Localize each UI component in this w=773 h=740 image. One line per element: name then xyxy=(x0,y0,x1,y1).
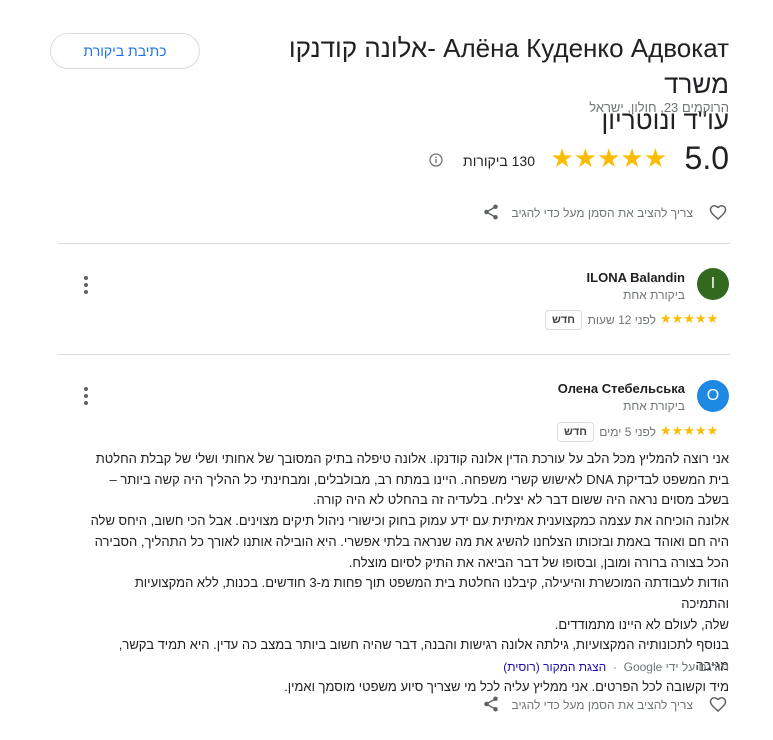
review-stars: ★ ★ ★ ★ ★ xyxy=(660,424,718,438)
star-icon: ★ xyxy=(706,311,719,326)
review-text-line: היה חם ואוהד באמת ובזכותו הצלחנו להשיג א… xyxy=(94,533,729,549)
star-icon: ★ xyxy=(550,143,574,173)
review-count: 130 ביקורות xyxy=(463,153,535,169)
title-line-1: Алёна Куденко Адвокат -אלונה קודנקו משרד xyxy=(288,33,729,99)
star-icon: ★ xyxy=(694,311,707,326)
reviewer-meta: ביקורת אחת xyxy=(623,399,685,413)
react-hint: צריך להציב את הסמן מעל כדי להגיב xyxy=(511,206,694,220)
star-icon: ★ xyxy=(620,143,644,173)
overall-rating-stars: ★ ★ ★ ★ ★ xyxy=(550,143,667,173)
star-icon: ★ xyxy=(671,423,684,438)
share-icon[interactable] xyxy=(479,692,503,716)
overall-rating: 5.0 xyxy=(684,140,729,176)
review-text-line: הכל בצורה ברורה ומובן, ובסופו של דבר הבי… xyxy=(348,554,729,570)
star-icon: ★ xyxy=(694,423,707,438)
heart-outline-icon[interactable] xyxy=(706,200,730,224)
review-time: לפני 5 ימים xyxy=(599,425,656,439)
review-text-line: בית המשפט לבדיקת DNA לאישוש קשרי משפחה. … xyxy=(109,471,729,487)
avatar-letter: О xyxy=(706,387,720,404)
divider xyxy=(58,243,730,244)
avatar-letter: I xyxy=(710,275,716,292)
show-original-link[interactable]: הצגת המקור (רוסית) xyxy=(503,660,606,674)
review-text-line: בשלב מסוים נראה היה ששום דבר לא יצליח. ב… xyxy=(312,492,729,508)
star-icon: ★ xyxy=(573,143,598,173)
reviewer-name[interactable]: ILONA Balandin xyxy=(587,270,685,285)
avatar[interactable]: О xyxy=(697,380,729,412)
star-icon: ★ xyxy=(660,311,672,326)
star-icon: ★ xyxy=(671,311,684,326)
star-icon: ★ xyxy=(660,423,672,438)
translated-by: תורגם על ידי Google xyxy=(623,660,729,674)
business-address: הרוקמים 23, חולון, ישראל xyxy=(589,100,729,115)
new-badge: חדש xyxy=(557,422,594,442)
star-icon: ★ xyxy=(597,143,621,173)
star-icon: ★ xyxy=(683,311,695,326)
avatar[interactable]: I xyxy=(697,268,729,300)
star-icon: ★ xyxy=(683,423,695,438)
info-icon[interactable] xyxy=(429,153,443,167)
heart-outline-icon[interactable] xyxy=(706,692,730,716)
review-text-line: שלה, לעולם לא היינו מתמודדים. xyxy=(554,616,729,632)
review-stars: ★ ★ ★ ★ ★ xyxy=(660,312,718,326)
reviewer-name[interactable]: Олена Стебельська xyxy=(558,381,685,396)
star-icon: ★ xyxy=(706,423,719,438)
star-icon: ★ xyxy=(643,143,667,173)
translation-note: תורגם על ידי Google · הצגת המקור (רוסית) xyxy=(503,660,729,674)
react-hint: צריך להציב את הסמן מעל כדי להגיב xyxy=(511,698,694,712)
review-time: לפני 12 שעות xyxy=(587,313,656,327)
review-text-line: הודות לעבודתה המוכשרת והיעילה, קיבלנו הח… xyxy=(134,575,729,611)
review-text-line: אלונה הוכיחה את עצמה כמקצוענית אמיתית עם… xyxy=(90,513,729,529)
more-options-button[interactable] xyxy=(76,384,96,408)
share-icon[interactable] xyxy=(479,200,503,224)
review-text-line: מיד וקשובה לכל הפרטים. אני ממליץ עליה לכ… xyxy=(284,678,729,694)
divider xyxy=(58,354,730,355)
page-title: Алёна Куденко Адвокат -אלונה קודנקו משרד… xyxy=(229,30,729,138)
new-badge: חדש xyxy=(545,310,582,330)
reviewer-meta: ביקורת אחת xyxy=(623,288,685,302)
write-review-button[interactable]: כתיבת ביקורת xyxy=(50,33,200,69)
review-text-line: אני רוצה להמליץ מכל הלב על עורכת הדין אל… xyxy=(95,451,729,466)
more-options-button[interactable] xyxy=(76,273,96,297)
